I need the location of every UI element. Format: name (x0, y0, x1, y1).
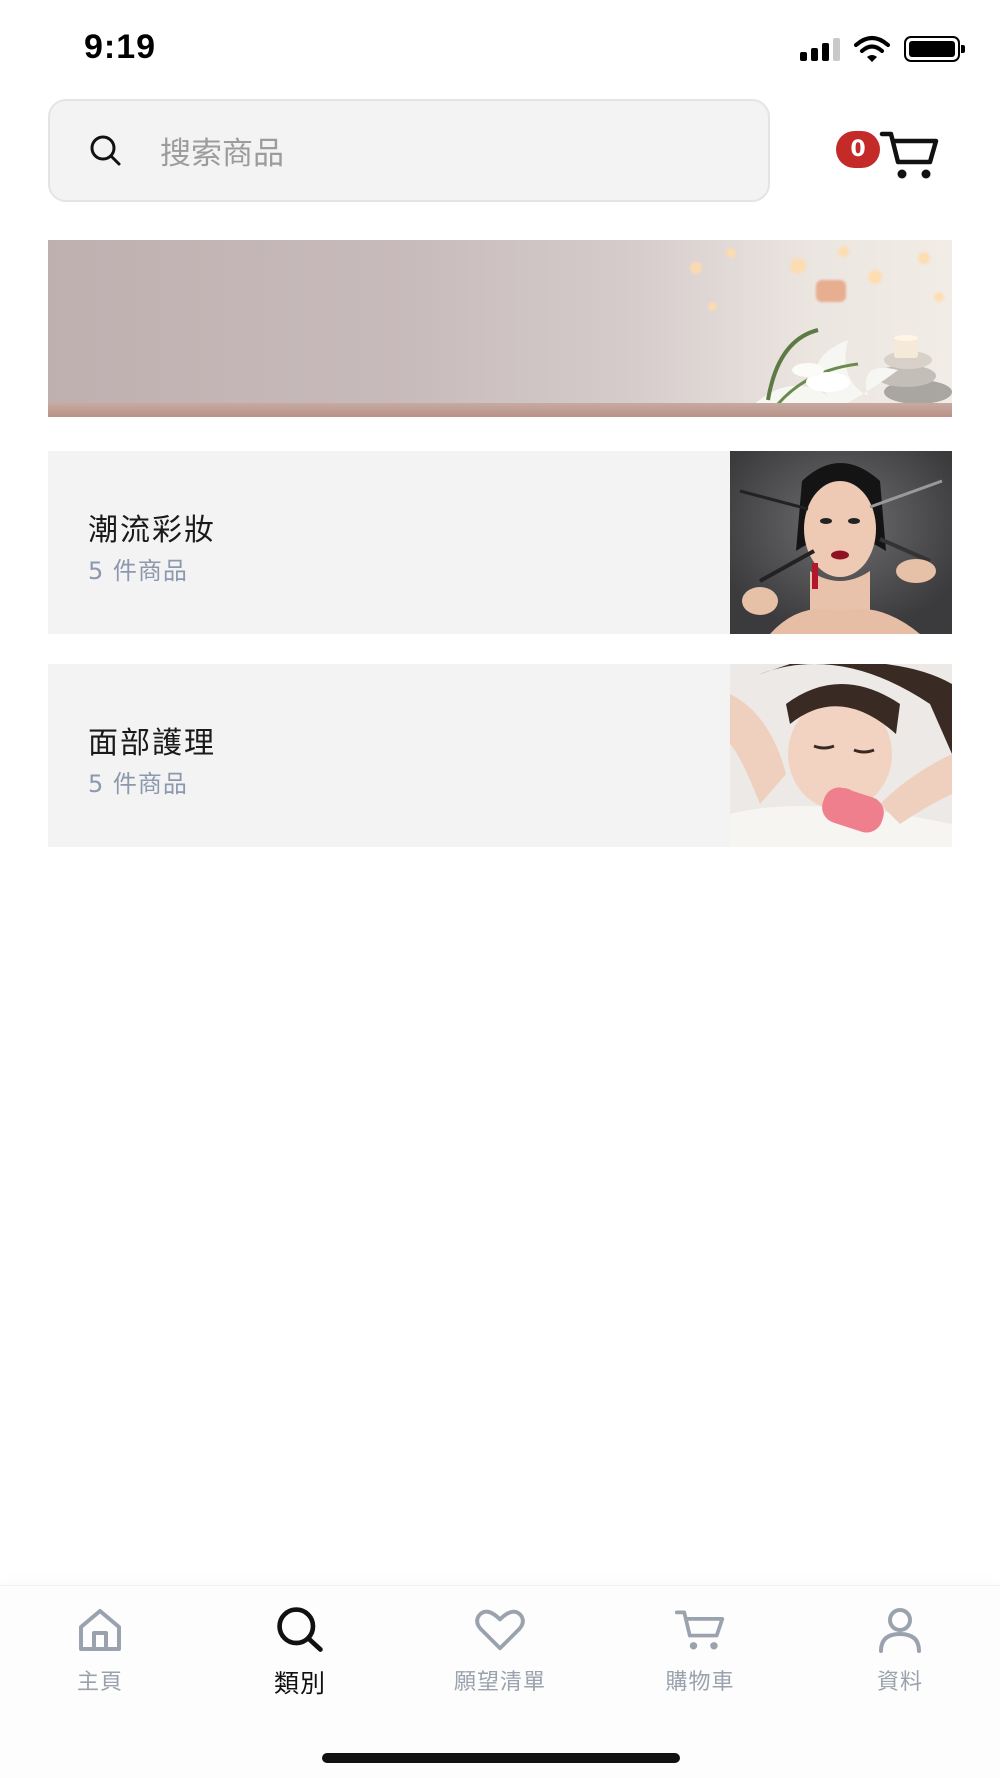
category-card-makeup[interactable]: 潮流彩妝 5 件商品 (48, 451, 952, 634)
banner-shelf (48, 403, 952, 417)
category-count: 5 件商品 (88, 770, 188, 798)
search-placeholder: 搜索商品 (160, 136, 284, 172)
search-icon (90, 135, 121, 165)
cart-badge: 0 (836, 131, 880, 168)
tab-bar: 主頁 類別 願望清單 購物車 資料 (0, 1585, 1000, 1778)
home-icon (79, 1609, 121, 1651)
tab-profile[interactable]: 資料 (825, 1604, 975, 1714)
category-card-facial-care[interactable]: 面部護理 5 件商品 (48, 664, 952, 847)
wifi-icon (854, 36, 890, 62)
tab-home[interactable]: 主頁 (25, 1604, 175, 1714)
home-indicator (322, 1753, 680, 1763)
tab-categories[interactable]: 類別 (225, 1604, 375, 1714)
promo-banner[interactable] (48, 240, 952, 417)
search-input[interactable]: 搜索商品 (48, 99, 770, 202)
cart-icon (879, 131, 939, 179)
makeup-model-image (730, 451, 952, 634)
status-icons (800, 34, 965, 64)
heart-icon (475, 1609, 525, 1651)
tab-label: 類別 (273, 1669, 326, 1698)
cellular-signal-icon (800, 37, 840, 61)
search-icon (277, 1607, 323, 1652)
facial-care-image (730, 664, 952, 847)
tab-cart[interactable]: 購物車 (625, 1604, 775, 1714)
category-title: 面部護理 (88, 726, 216, 761)
status-time: 9:19 (84, 28, 157, 66)
tab-label: 購物車 (665, 1670, 735, 1695)
category-title: 潮流彩妝 (88, 513, 216, 548)
tab-wishlist[interactable]: 願望清單 (425, 1604, 575, 1714)
category-count: 5 件商品 (88, 557, 188, 585)
cart-icon (674, 1610, 725, 1650)
user-icon (879, 1608, 921, 1653)
cart-button[interactable]: 0 (836, 118, 946, 190)
tab-label: 資料 (876, 1670, 923, 1695)
status-bar: 9:19 (0, 0, 1000, 90)
battery-icon (904, 36, 965, 62)
tab-label: 主頁 (76, 1670, 123, 1695)
spa-flowers-image (748, 328, 952, 412)
tab-label: 願望清單 (453, 1670, 546, 1695)
